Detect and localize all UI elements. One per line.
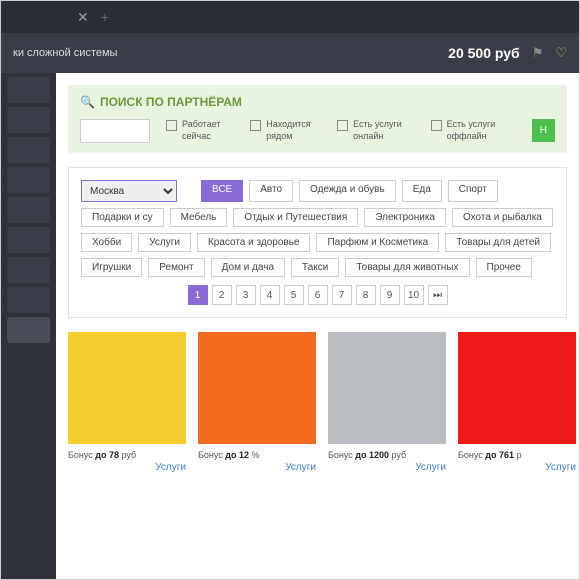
checkbox-icon: [431, 120, 442, 131]
card-link[interactable]: Услуги: [328, 462, 446, 473]
checkbox-icon: [166, 120, 177, 131]
card-link[interactable]: Услуги: [198, 462, 316, 473]
main: 🔍 ПОИСК ПО ПАРТНЁРАМ Работает сейчас Нах…: [56, 73, 579, 579]
filter-pill[interactable]: Мебель: [170, 208, 228, 227]
filter-pill[interactable]: Парфюм и Косметика: [316, 233, 439, 252]
check-nearby[interactable]: Находится рядом: [250, 119, 321, 142]
card-bonus: Бонус до 1200 руб: [328, 450, 446, 460]
sidebar-item[interactable]: [7, 257, 50, 283]
filter-pill[interactable]: Товары для детей: [445, 233, 551, 252]
card-image: [328, 332, 446, 444]
page-2[interactable]: 2: [212, 285, 232, 305]
filter-pill[interactable]: Услуги: [138, 233, 191, 252]
search-panel: 🔍 ПОИСК ПО ПАРТНЁРАМ Работает сейчас Нах…: [68, 85, 567, 153]
page-5[interactable]: 5: [284, 285, 304, 305]
sidebar-item[interactable]: [7, 197, 50, 223]
filter-pill[interactable]: Отдых и Путешествия: [233, 208, 358, 227]
filter-all[interactable]: ВСЕ: [201, 180, 243, 202]
checkbox-icon: [250, 120, 261, 131]
card-link[interactable]: Услуги: [68, 462, 186, 473]
bulb-icon[interactable]: ♡: [555, 45, 567, 61]
filter-pill[interactable]: Дом и дача: [211, 258, 285, 277]
tab-bar: ✕ +: [1, 1, 579, 33]
page-title: ки сложной системы: [13, 47, 117, 59]
search-icon: 🔍: [80, 95, 95, 109]
filter-pill[interactable]: Красота и здоровье: [197, 233, 311, 252]
cards: Бонус до 78 руб Услуги Бонус до 12 % Услуги…: [68, 332, 567, 473]
card-bonus: Бонус до 78 руб: [68, 450, 186, 460]
page-10[interactable]: 10: [404, 285, 424, 305]
search-heading: ПОИСК ПО ПАРТНЁРАМ: [100, 95, 242, 109]
filter-pill[interactable]: Авто: [249, 180, 293, 202]
pager: 12345678910⏭: [81, 285, 554, 305]
page-4[interactable]: 4: [260, 285, 280, 305]
sidebar-item[interactable]: [7, 107, 50, 133]
filter-pill[interactable]: Прочее: [476, 258, 532, 277]
search-button[interactable]: Н: [532, 119, 555, 142]
page-6[interactable]: 6: [308, 285, 328, 305]
sidebar-item-active[interactable]: [7, 317, 50, 343]
flag-icon[interactable]: ⚑: [532, 45, 544, 61]
partner-card[interactable]: Бонус до 12 % Услуги: [198, 332, 316, 473]
filter-pill[interactable]: Игрушки: [81, 258, 142, 277]
card-image: [68, 332, 186, 444]
new-tab-icon[interactable]: +: [101, 9, 109, 25]
filters: Москва ВСЕ Авто Одежда и обувь Еда Спорт Под…: [68, 167, 567, 318]
window: ✕ + ки сложной системы 20 500 руб ⚑ ♡ 🔍: [0, 0, 580, 580]
page-9[interactable]: 9: [380, 285, 400, 305]
header-right: 20 500 руб ⚑ ♡: [448, 45, 567, 61]
partner-card[interactable]: Бонус до 78 руб Услуги: [68, 332, 186, 473]
header: ки сложной системы 20 500 руб ⚑ ♡: [1, 33, 579, 73]
page-1[interactable]: 1: [188, 285, 208, 305]
page-3[interactable]: 3: [236, 285, 256, 305]
filter-pill[interactable]: Ремонт: [148, 258, 204, 277]
card-bonus: Бонус до 12 %: [198, 450, 316, 460]
city-select[interactable]: Москва: [81, 180, 177, 202]
balance: 20 500 руб: [448, 45, 520, 61]
sidebar-item[interactable]: [7, 227, 50, 253]
sidebar-item[interactable]: [7, 77, 50, 103]
filter-row: Москва ВСЕ Авто Одежда и обувь Еда Спорт Под…: [81, 180, 554, 277]
body: 🔍 ПОИСК ПО ПАРТНЁРАМ Работает сейчас Нах…: [1, 73, 579, 579]
sidebar-item[interactable]: [7, 167, 50, 193]
filter-pill[interactable]: Такси: [291, 258, 339, 277]
search-row: Работает сейчас Находится рядом Есть усл…: [80, 119, 555, 143]
card-image: [198, 332, 316, 444]
card-bonus: Бонус до 761 р: [458, 450, 576, 460]
partner-card[interactable]: Бонус до 761 р Услуги: [458, 332, 576, 473]
checkbox-icon: [337, 120, 348, 131]
close-icon[interactable]: ✕: [77, 9, 89, 26]
filter-pill[interactable]: Еда: [402, 180, 442, 202]
partner-card[interactable]: Бонус до 1200 руб Услуги: [328, 332, 446, 473]
page-7[interactable]: 7: [332, 285, 352, 305]
filter-pill[interactable]: Охота и рыбалка: [452, 208, 553, 227]
check-offline[interactable]: Есть услуги оффлайн: [431, 119, 516, 142]
sidebar: [1, 73, 56, 579]
filter-pill[interactable]: Спорт: [448, 180, 498, 202]
sidebar-item[interactable]: [7, 287, 50, 313]
search-input[interactable]: [80, 119, 150, 143]
sidebar-item[interactable]: [7, 137, 50, 163]
page-last-icon[interactable]: ⏭: [428, 285, 448, 305]
card-link[interactable]: Услуги: [458, 462, 576, 473]
filter-pill[interactable]: Подарки и су: [81, 208, 164, 227]
filter-pill[interactable]: Одежда и обувь: [299, 180, 396, 202]
check-online[interactable]: Есть услуги онлайн: [337, 119, 414, 142]
card-image: [458, 332, 576, 444]
filter-pill[interactable]: Товары для животных: [345, 258, 469, 277]
search-title: 🔍 ПОИСК ПО ПАРТНЁРАМ: [80, 95, 555, 109]
filter-pill[interactable]: Электроника: [364, 208, 446, 227]
filter-pill[interactable]: Хобби: [81, 233, 132, 252]
page-8[interactable]: 8: [356, 285, 376, 305]
check-works-now[interactable]: Работает сейчас: [166, 119, 234, 142]
